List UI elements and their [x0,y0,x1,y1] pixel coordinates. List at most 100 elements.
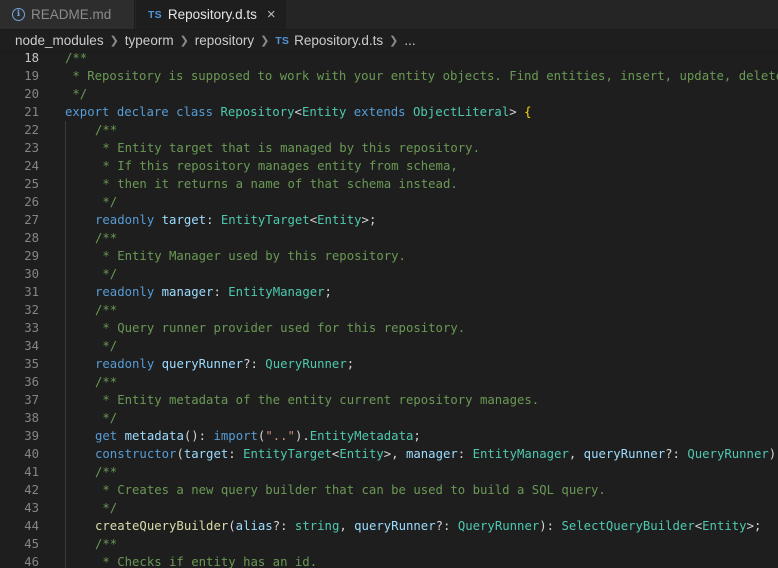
tab-label: README.md [31,7,112,22]
code-token: >; [361,213,377,227]
code-token: /** [95,123,118,137]
code-token: >; [746,519,762,533]
code-line[interactable]: 22 /** [0,121,778,139]
line-number: 18 [24,53,39,65]
code-token: string [294,519,340,533]
code-line[interactable]: 31 readonly manager: EntityManager; [0,283,778,301]
code-token: ObjectLiteral [413,105,510,119]
code-text: /** [95,121,117,139]
line-number: 26 [24,195,39,209]
code-line[interactable]: 43 */ [0,499,778,517]
code-text: */ [95,409,117,427]
code-line[interactable]: 40 constructor(target: EntityTarget<Entit… [0,445,778,463]
code-line[interactable]: 27 readonly target: EntityTarget<Entity>; [0,211,778,229]
code-line[interactable]: 46 * Checks if entity has an id. [0,553,778,568]
code-line[interactable]: 39 get metadata(): import("..").EntityMet… [0,427,778,445]
code-token: ?: [435,519,458,533]
code-token: */ [95,195,118,209]
ts-icon: TS [148,8,162,21]
code-token: ; [324,285,332,299]
line-number: 33 [24,321,39,335]
code-token: */ [95,501,118,515]
code-line[interactable]: 25 * then it returns a name of that sche… [0,175,778,193]
code-text: readonly manager: EntityManager; [95,283,332,301]
line-number: 21 [24,105,39,119]
code-text: */ [65,85,87,103]
code-line[interactable]: 37 * Entity metadata of the entity curre… [0,391,778,409]
chevron-right-icon: ❯ [260,35,270,47]
code-token: readonly [95,357,162,371]
code-text: constructor(target: EntityTarget<Entity>… [95,445,778,463]
code-token: Entity [317,213,362,227]
editor-tab-bar: i README.md TS Repository.d.ts × [0,0,778,30]
code-line[interactable]: 44 createQueryBuilder(alias?: string, que… [0,517,778,535]
code-token: /** [95,537,118,551]
line-number: 38 [24,411,39,425]
code-line[interactable]: 23 * Entity target that is managed by th… [0,139,778,157]
code-token: manager [161,285,214,299]
code-line[interactable]: 26 */ [0,193,778,211]
code-token: (): [183,429,214,443]
code-line[interactable]: 21 export declare class Repository<Entity… [0,103,778,121]
code-line[interactable]: 35 readonly queryRunner?: QueryRunner; [0,355,778,373]
code-token: : [206,213,221,227]
breadcrumb-item-node-modules[interactable]: node_modules [15,33,104,48]
code-line[interactable]: 34 */ [0,337,778,355]
code-token: /** [95,375,118,389]
code-line[interactable]: 45 /** [0,535,778,553]
code-token: EntityMetadata [309,429,414,443]
code-line[interactable]: 36 /** [0,373,778,391]
breadcrumb-item-typeorm[interactable]: typeorm [125,33,174,48]
code-line[interactable]: 30 */ [0,265,778,283]
code-line[interactable]: 18 /** [0,53,778,67]
chevron-right-icon: ❯ [109,35,119,47]
code-line[interactable]: 24 * If this repository manages entity f… [0,157,778,175]
line-number: 32 [24,303,39,317]
code-line[interactable]: 33 * Query runner provider used for this… [0,319,778,337]
tab-repository-d-ts[interactable]: TS Repository.d.ts × [136,0,286,29]
code-line[interactable]: 38 */ [0,409,778,427]
breadcrumb-item-repository[interactable]: repository [195,33,254,48]
line-number: 46 [24,555,39,568]
code-line[interactable]: 41 /** [0,463,778,481]
code-line[interactable]: 19 * Repository is supposed to work with… [0,67,778,85]
code-text: * Checks if entity has an id. [95,553,317,568]
code-token: import [213,429,258,443]
line-number: 37 [24,393,39,407]
code-token: < [309,213,318,227]
code-line[interactable]: 29 * Entity Manager used by this reposit… [0,247,778,265]
code-token: constructor [95,447,177,461]
close-icon[interactable]: × [267,6,276,23]
code-text: /** [95,535,117,553]
line-number: 22 [24,123,39,137]
ts-icon: TS [275,34,290,47]
line-number: 20 [24,87,39,101]
code-token: */ [95,339,118,353]
code-token: ?: [272,519,295,533]
line-number: 36 [24,375,39,389]
code-text: */ [95,193,117,211]
code-token: QueryRunner [265,357,347,371]
code-token: QueryRunner [687,447,769,461]
code-line[interactable]: 42 * Creates a new query builder that ca… [0,481,778,499]
code-token: ?: [243,357,266,371]
code-token: * then it returns a name of that schema … [95,177,458,191]
code-line[interactable]: 20 */ [0,85,778,103]
breadcrumb-item-symbol[interactable]: ... [404,33,415,48]
code-token: SelectQueryBuilder [561,519,695,533]
code-editor[interactable]: 18 /** 19 * Repository is supposed to work… [0,53,778,568]
tab-readme[interactable]: i README.md [0,0,135,29]
breadcrumb-item-file[interactable]: Repository.d.ts [294,33,383,48]
line-number: 29 [24,249,39,263]
code-token: /** [95,465,118,479]
code-token: /** [95,303,118,317]
code-line[interactable]: 32 /** [0,301,778,319]
code-line[interactable]: 28 /** [0,229,778,247]
code-token: * Entity Manager used by this repository… [95,249,406,263]
code-token: ): [539,519,562,533]
code-token: extends [346,105,413,119]
code-token: readonly [95,213,162,227]
code-text: /** [95,373,117,391]
code-text: * Repository is supposed to work with yo… [65,67,778,85]
line-number: 25 [24,177,39,191]
